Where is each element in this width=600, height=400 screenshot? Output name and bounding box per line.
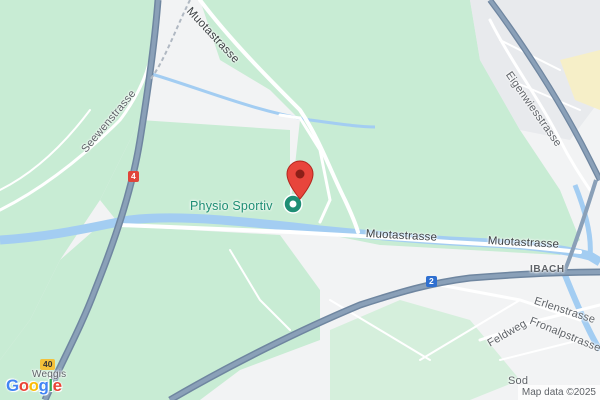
location-pin[interactable] (284, 160, 316, 200)
red-location-pin-icon (286, 160, 314, 200)
map-canvas[interactable]: Muotastrasse Muotastrasse Muotastrasse S… (0, 0, 600, 400)
logo-letter: o (28, 376, 39, 395)
route-shield-2: 2 (426, 276, 437, 287)
poi-label[interactable]: Physio Sportiv (190, 200, 273, 213)
logo-letter: g (38, 376, 49, 395)
google-logo: Google (6, 376, 62, 396)
map-attribution[interactable]: Map data ©2025 (517, 385, 600, 400)
route-shield-40: 40 (40, 359, 56, 370)
route-shield-4: 4 (128, 171, 139, 182)
logo-letter: o (18, 376, 29, 395)
logo-letter: G (6, 376, 19, 395)
place-label-ibach: IBACH (530, 264, 565, 275)
logo-letter: e (52, 376, 62, 395)
